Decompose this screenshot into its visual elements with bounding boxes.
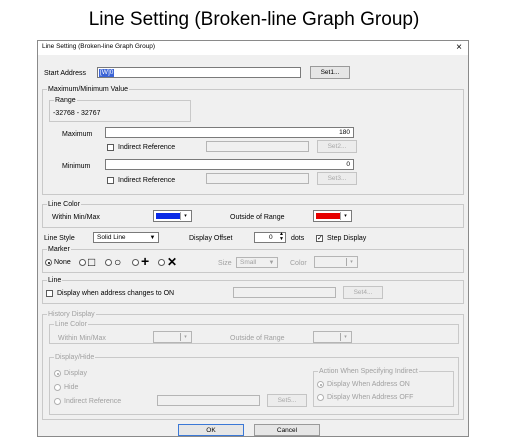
- indirect-ref-min-input[interactable]: [206, 173, 309, 184]
- display-when-on-label: Display when address changes to ON: [57, 290, 175, 297]
- start-address-label: Start Address: [44, 70, 87, 77]
- dialog-title: Line Setting (Broken-line Graph Group): [42, 43, 156, 50]
- indirect-ref-min-checkbox[interactable]: [107, 177, 114, 184]
- set5-button[interactable]: Set5...: [267, 394, 307, 407]
- chevron-down-icon: ▾: [340, 212, 350, 220]
- within-color-picker[interactable]: ▾: [153, 210, 192, 222]
- history-indirect-label: Indirect Reference: [64, 398, 122, 405]
- display-offset-value: 0: [269, 234, 273, 241]
- square-marker-icon: □: [88, 255, 96, 269]
- minimum-value: 0: [346, 161, 350, 168]
- start-address-input[interactable]: [W]0: [97, 67, 301, 78]
- history-line-color-title: Line Color: [54, 320, 88, 329]
- marker-square-radio[interactable]: [79, 259, 86, 266]
- set2-button[interactable]: Set2...: [317, 140, 357, 153]
- cross-marker-icon: ✕: [167, 255, 178, 269]
- display-offset-label: Display Offset: [189, 235, 233, 242]
- marker-size-label: Size: [218, 260, 232, 267]
- history-hide-label: Hide: [64, 384, 79, 391]
- set3-button[interactable]: Set3...: [317, 172, 357, 185]
- history-outside-label: Outside of Range: [230, 335, 285, 342]
- marker-cross-radio[interactable]: [158, 259, 165, 266]
- chevron-down-icon: ▾: [180, 333, 190, 341]
- display-when-on-checkbox[interactable]: [46, 290, 53, 297]
- dots-label: dots: [291, 235, 305, 242]
- history-display-radio[interactable]: [54, 370, 61, 377]
- marker-color-label: Color: [290, 260, 307, 267]
- line-style-select[interactable]: Solid Line ▼: [93, 232, 159, 243]
- outside-color-picker[interactable]: ▾: [313, 210, 352, 222]
- line-style-value: Solid Line: [97, 234, 126, 241]
- chevron-down-icon: ▼: [149, 235, 156, 241]
- start-address-value: [W]0: [99, 69, 115, 77]
- indirect-ref-max-input[interactable]: [206, 141, 309, 152]
- within-minmax-label: Within Min/Max: [52, 214, 100, 221]
- close-icon[interactable]: ×: [456, 41, 462, 55]
- marker-plus-radio[interactable]: [132, 259, 139, 266]
- indirect-ref-max-label: Indirect Reference: [118, 144, 176, 151]
- within-color-fill: [156, 213, 180, 219]
- chevron-down-icon: ▾: [180, 212, 190, 220]
- indirect-ref-min-label: Indirect Reference: [118, 177, 176, 184]
- range-title: Range: [54, 96, 77, 105]
- range-value: -32768 - 32767: [53, 110, 101, 117]
- history-within-color-picker[interactable]: ▾: [153, 331, 192, 343]
- step-display-checkbox[interactable]: ✓: [316, 235, 323, 242]
- display-offset-spinner[interactable]: 0 ▲ ▼: [254, 232, 286, 243]
- caption-title: Line Setting (Broken-line Graph Group): [88, 9, 420, 30]
- dialog-titlebar: Line Setting (Broken-line Graph Group) ×: [38, 41, 468, 55]
- maximum-value: 180: [339, 129, 350, 136]
- marker-group-title: Marker: [47, 245, 71, 254]
- minimum-label: Minimum: [62, 163, 91, 170]
- history-display-label: Display: [64, 370, 87, 377]
- display-address-off-label: Display When Address OFF: [327, 394, 414, 401]
- chevron-down-icon: ▾: [346, 258, 356, 266]
- minimum-input[interactable]: 0: [105, 159, 354, 170]
- marker-none-radio[interactable]: [45, 259, 52, 266]
- line-address-input[interactable]: [233, 287, 336, 298]
- action-indirect-title: Action When Specifying Indirect: [318, 367, 419, 376]
- history-indirect-radio[interactable]: [54, 398, 61, 405]
- history-within-label: Within Min/Max: [58, 335, 106, 342]
- range-box: Range -32768 - 32767: [49, 96, 191, 122]
- line-style-label: Line Style: [44, 235, 75, 242]
- chevron-down-icon: ▾: [340, 333, 350, 341]
- outside-range-label: Outside of Range: [230, 214, 285, 221]
- maximum-input[interactable]: 180: [105, 127, 354, 138]
- line-setting-dialog: Line Setting (Broken-line Graph Group) ×…: [37, 40, 469, 437]
- ok-button[interactable]: OK: [178, 424, 244, 436]
- circle-marker-icon: ○: [114, 255, 122, 269]
- display-address-on-label: Display When Address ON: [327, 381, 410, 388]
- marker-color-picker[interactable]: ▾: [314, 256, 358, 268]
- display-hide-title: Display/Hide: [54, 353, 96, 362]
- history-hide-radio[interactable]: [54, 384, 61, 391]
- history-indirect-input[interactable]: [157, 395, 260, 406]
- plus-marker-icon: +: [141, 253, 150, 269]
- marker-circle-radio[interactable]: [105, 259, 112, 266]
- line-color-group-title: Line Color: [47, 200, 81, 209]
- history-group-title: History Display: [47, 310, 96, 319]
- marker-size-value: Small: [240, 259, 257, 266]
- line-group-title: Line: [47, 276, 63, 285]
- chevron-down-icon: ▼: [268, 260, 275, 266]
- spinner-arrows-icon[interactable]: ▲ ▼: [279, 232, 284, 242]
- set1-button[interactable]: Set1...: [310, 66, 350, 79]
- maximum-label: Maximum: [62, 131, 93, 138]
- step-display-label: Step Display: [327, 235, 367, 242]
- outside-color-fill: [316, 213, 340, 219]
- maxmin-group-title: Maximum/Minimum Value: [47, 85, 129, 94]
- set4-button[interactable]: Set4...: [343, 286, 383, 299]
- marker-size-select[interactable]: Small ▼: [236, 257, 278, 268]
- cancel-button[interactable]: Cancel: [254, 424, 320, 436]
- display-address-off-radio[interactable]: [317, 394, 324, 401]
- display-address-on-radio[interactable]: [317, 381, 324, 388]
- indirect-ref-max-checkbox[interactable]: [107, 144, 114, 151]
- history-outside-color-picker[interactable]: ▾: [313, 331, 352, 343]
- marker-none-label: None: [54, 259, 71, 266]
